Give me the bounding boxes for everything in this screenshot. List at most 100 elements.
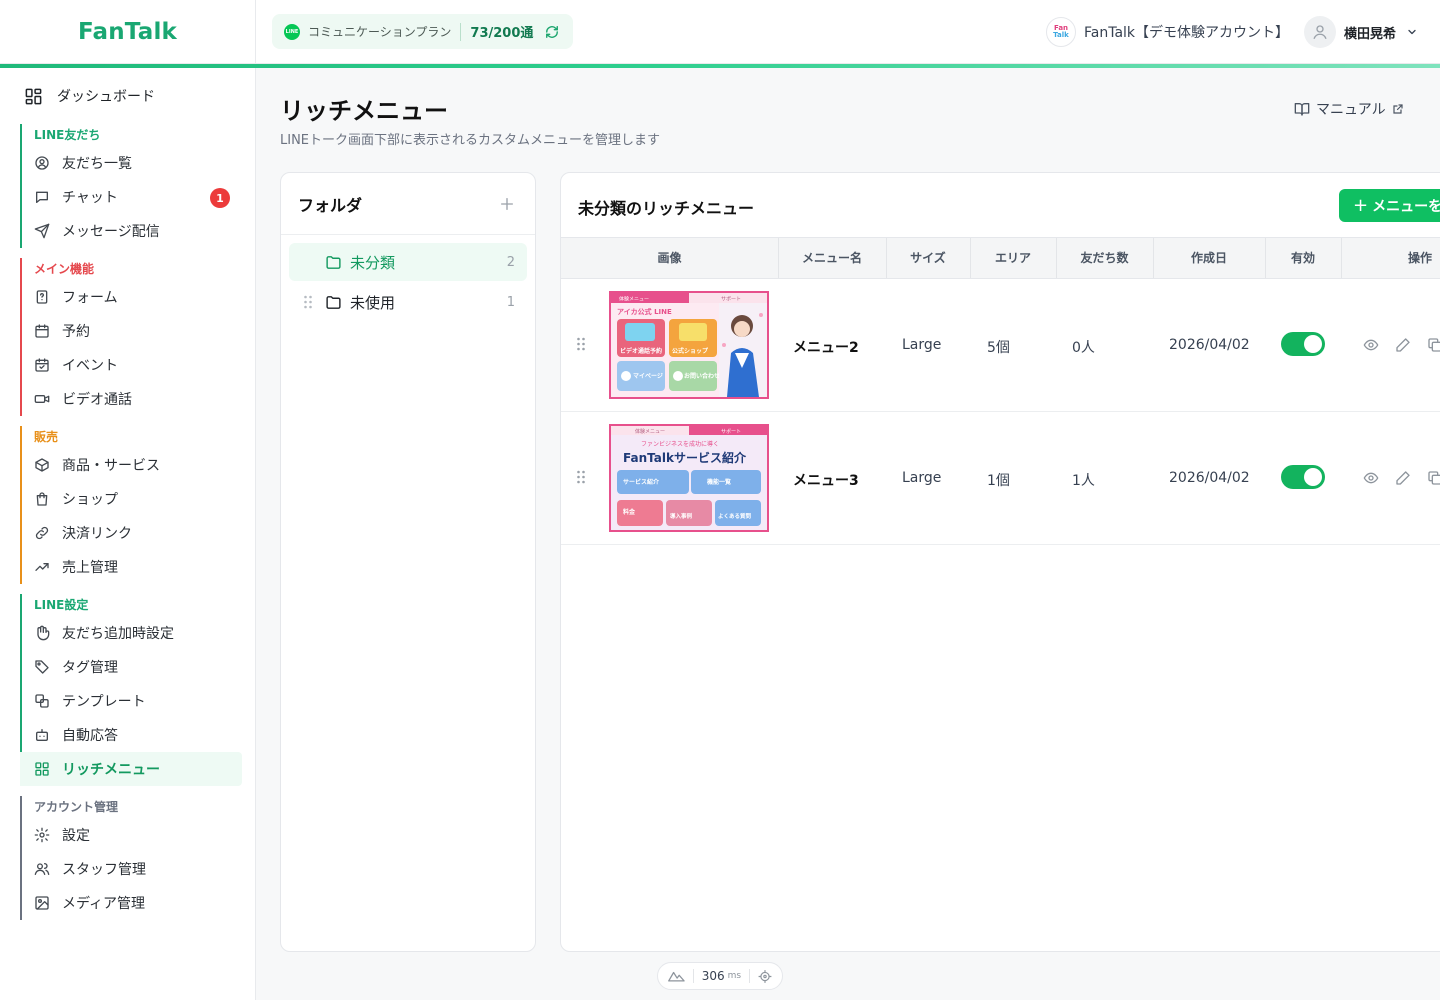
sidebar-item[interactable]: ビデオ通話 xyxy=(20,382,242,416)
rich-menu-thumbnail[interactable]: 体験メニュー サポート アイカ公式 LINE ビデオ通話予約 公式ショップ マイ… xyxy=(609,291,769,399)
folder-icon xyxy=(325,294,342,311)
svg-text:料金: 料金 xyxy=(623,508,636,516)
column-header: 画像 xyxy=(657,251,682,265)
column-header: 友だち数 xyxy=(1080,251,1129,265)
folder-item-unused[interactable]: 未使用 1 xyxy=(289,283,527,321)
menu-friends: 1人 xyxy=(1072,473,1095,489)
svg-text:体験メニュー: 体験メニュー xyxy=(619,296,649,303)
table-row[interactable]: 体験メニュー サポート ファンビジネスを成功に導く FanTalkサービス紹介 … xyxy=(561,412,1440,545)
pencil-icon[interactable] xyxy=(1395,470,1411,486)
folder-name: 未分類 xyxy=(350,253,396,272)
template-icon xyxy=(35,694,49,708)
sidebar-item[interactable]: タグ管理 xyxy=(20,650,242,684)
sidebar-item[interactable]: テンプレート xyxy=(20,684,242,718)
sidebar-item[interactable]: イベント xyxy=(20,348,242,382)
hand-icon xyxy=(37,625,50,641)
menu-name[interactable]: メニュー2 xyxy=(793,337,859,357)
account-name: FanTalk【デモ体験アカウント】 xyxy=(1084,25,1290,41)
sidebar-item[interactable]: 予約 xyxy=(20,314,242,348)
calendar-icon xyxy=(35,324,49,338)
perf-widget[interactable]: 306 ms xyxy=(657,962,783,990)
drag-handle-icon[interactable] xyxy=(303,295,313,309)
sidebar-item[interactable]: 設定 xyxy=(20,818,242,852)
sidebar-item[interactable]: リッチメニュー xyxy=(20,752,242,786)
pencil-icon[interactable] xyxy=(1395,337,1411,353)
sidebar-item[interactable]: 売上管理 xyxy=(20,550,242,584)
plus-icon[interactable] xyxy=(499,196,515,212)
menu-created: 2026/04/02 xyxy=(1169,337,1250,353)
sidebar-item[interactable]: ショップ xyxy=(20,482,242,516)
copy-icon[interactable] xyxy=(1427,337,1440,353)
tag-icon xyxy=(35,660,49,674)
video-icon xyxy=(34,395,50,403)
sidebar-item[interactable]: 自動応答 xyxy=(20,718,242,752)
sidebar-item-label: イベント xyxy=(62,358,118,374)
menu-friends: 0人 xyxy=(1072,340,1095,356)
sidebar-item[interactable]: フォーム xyxy=(20,280,242,314)
sidebar-item[interactable]: 友だち一覧 xyxy=(20,146,242,180)
gear-icon xyxy=(34,827,50,843)
eye-icon[interactable] xyxy=(1363,470,1379,486)
eye-icon[interactable] xyxy=(1363,337,1379,353)
manual-link[interactable]: マニュアル xyxy=(1294,99,1404,119)
shopping-bag-icon xyxy=(36,492,48,506)
folder-count: 2 xyxy=(506,254,515,270)
sidebar-item[interactable]: チャット 1 xyxy=(20,180,242,214)
account-switcher[interactable]: Fan Talk FanTalk【デモ体験アカウント】 xyxy=(1046,17,1289,47)
sidebar-item[interactable]: 友だち追加時設定 xyxy=(20,616,242,650)
enabled-toggle[interactable] xyxy=(1281,465,1325,489)
chat-icon xyxy=(36,191,48,203)
user-circle-icon xyxy=(35,156,49,170)
nav-group: アカウント管理 設定 スタッフ管理 メディア管理 xyxy=(20,796,242,920)
drag-handle-icon[interactable] xyxy=(576,470,586,484)
plan-divider xyxy=(460,22,462,41)
sidebar-item-label: タグ管理 xyxy=(62,660,118,676)
svg-text:サポート: サポート xyxy=(721,296,741,303)
sidebar-item-label: 売上管理 xyxy=(62,560,118,576)
folder-item-uncategorized[interactable]: 未分類 2 xyxy=(289,243,527,281)
rich-menu-thumbnail[interactable]: 体験メニュー サポート ファンビジネスを成功に導く FanTalkサービス紹介 … xyxy=(609,424,769,532)
list-title: 未分類のリッチメニュー xyxy=(578,199,755,218)
image-icon xyxy=(35,896,49,910)
user-name: 横田晃希 xyxy=(1344,26,1397,42)
send-icon xyxy=(34,223,50,239)
nav-group-title: LINE設定 xyxy=(34,598,89,612)
add-menu-button[interactable]: + メニューを xyxy=(1339,189,1440,222)
folder-header: フォルダ xyxy=(281,173,535,235)
sidebar-item-label: ショップ xyxy=(62,492,118,508)
plus-icon: + xyxy=(1353,195,1369,216)
copy-icon[interactable] xyxy=(1427,470,1440,486)
account-logo: Fan Talk xyxy=(1046,17,1076,47)
trending-up-icon xyxy=(35,563,49,571)
svg-text:お問い合わせ: お問い合わせ xyxy=(684,372,720,380)
table-row[interactable]: 体験メニュー サポート アイカ公式 LINE ビデオ通話予約 公式ショップ マイ… xyxy=(561,279,1440,412)
sidebar-item[interactable]: メッセージ配信 xyxy=(20,214,242,248)
chevron-down-icon xyxy=(1406,26,1418,38)
sidebar-item[interactable]: 商品・サービス xyxy=(20,448,242,482)
drag-handle-icon[interactable] xyxy=(576,337,586,351)
page-title: リッチメニュー xyxy=(280,97,448,125)
menu-created: 2026/04/02 xyxy=(1169,470,1250,486)
sidebar-item-label: 自動応答 xyxy=(62,728,118,744)
line-icon: LINE xyxy=(284,23,300,40)
sidebar-item[interactable]: スタッフ管理 xyxy=(20,852,242,886)
nav-group-title: 販売 xyxy=(34,430,59,444)
top-header: FanTalk LINE コミュニケーションプラン 73/200通 Fan Tal… xyxy=(0,0,1440,64)
sidebar-item[interactable]: メディア管理 xyxy=(20,886,242,920)
refresh-icon[interactable] xyxy=(545,25,559,39)
column-header: 有効 xyxy=(1290,251,1315,265)
nav-group: LINE友だち 友だち一覧 チャット 1 メッセージ配信 xyxy=(20,124,242,248)
user-menu[interactable]: 横田晃希 xyxy=(1304,16,1418,48)
sidebar-item[interactable]: 決済リンク xyxy=(20,516,242,550)
sidebar-item-dashboard[interactable]: ダッシュボード xyxy=(24,86,155,106)
rich-menu-list-panel: 未分類のリッチメニュー + メニューを 画像 メニュー名 サイズ エリア 友だち数… xyxy=(560,172,1440,952)
enabled-toggle[interactable] xyxy=(1281,332,1325,356)
folder-panel-title: フォルダ xyxy=(298,195,363,215)
unread-badge: 1 xyxy=(210,188,230,208)
column-header: 操作 xyxy=(1407,251,1432,265)
column-header: エリア xyxy=(994,251,1031,265)
menu-name[interactable]: メニュー3 xyxy=(793,470,859,490)
nav-group-title: メイン機能 xyxy=(34,262,95,276)
plan-count: 73/200通 xyxy=(470,26,534,41)
app-logo[interactable]: FanTalk xyxy=(78,19,177,45)
